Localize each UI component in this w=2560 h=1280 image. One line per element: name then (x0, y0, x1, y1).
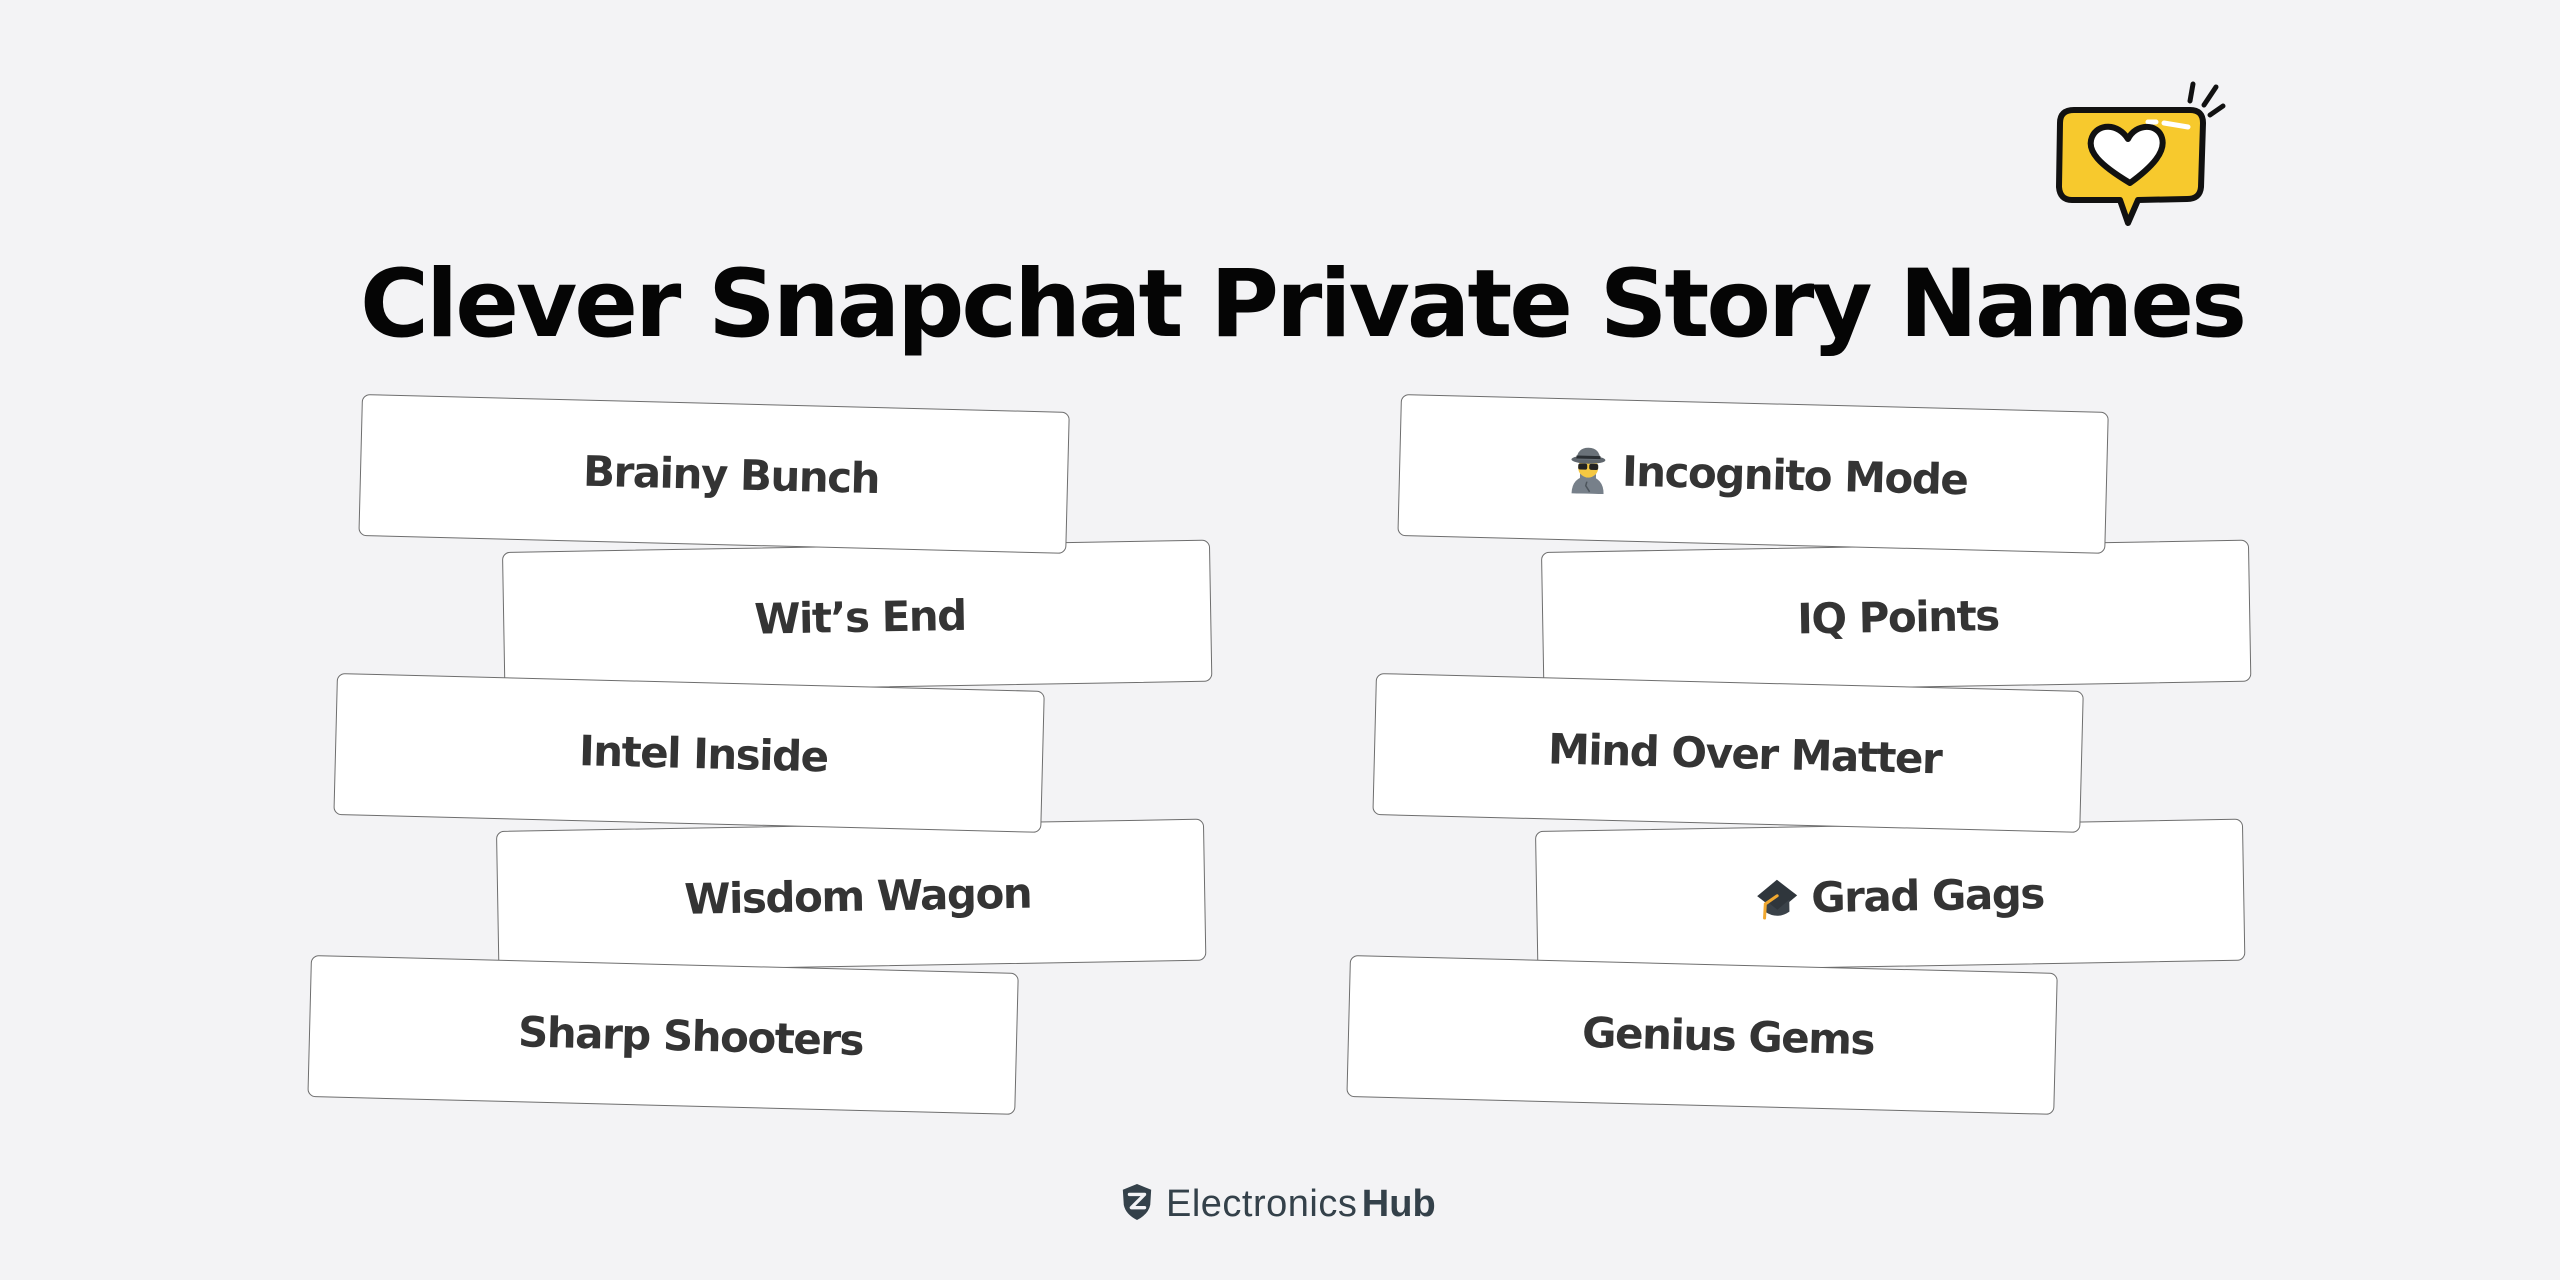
brand-footer: Electronics Hub (1120, 1176, 1436, 1232)
story-name-card: Incognito Mode (1397, 394, 2109, 554)
story-name-card: Intel Inside (333, 673, 1045, 833)
graduation-cap-icon (1755, 873, 1800, 922)
story-name-label: Grad Gags (1754, 823, 2045, 968)
shield-logo-icon (1120, 1182, 1154, 1227)
brand-name-light: Electronics (1166, 1182, 1358, 1225)
story-name-label: Sharp Shooters (517, 1006, 864, 1065)
story-name-label: Wisdom Wagon (683, 868, 1032, 924)
story-name-text: Incognito Mode (1621, 446, 1969, 504)
detective-icon (1566, 445, 1611, 495)
story-name-card: Mind Over Matter (1372, 673, 2084, 833)
story-name-card: Grad Gags (1535, 818, 2246, 973)
story-name-label: Brainy Bunch (582, 446, 880, 503)
story-name-card: Genius Gems (1346, 955, 2058, 1115)
story-name-card: Wisdom Wagon (496, 818, 1207, 973)
story-name-card: IQ Points (1541, 539, 2252, 694)
brand-name-bold: Hub (1361, 1182, 1436, 1225)
story-name-label: Intel Inside (578, 725, 829, 781)
story-name-label: IQ Points (1796, 590, 2000, 644)
story-name-card: Sharp Shooters (307, 955, 1019, 1115)
heart-speech-bubble-icon (2040, 75, 2230, 235)
story-name-label: Incognito Mode (1564, 399, 1969, 549)
story-name-card: Brainy Bunch (358, 394, 1070, 554)
story-name-label: Wit’s End (753, 590, 967, 644)
story-name-card: Wit’s End (502, 539, 1213, 694)
story-name-label: Mind Over Matter (1547, 723, 1942, 783)
page-title: Clever Snapchat Private Story Names (360, 249, 2247, 359)
story-name-text: Grad Gags (1810, 868, 2045, 922)
story-name-label: Genius Gems (1581, 1007, 1875, 1064)
